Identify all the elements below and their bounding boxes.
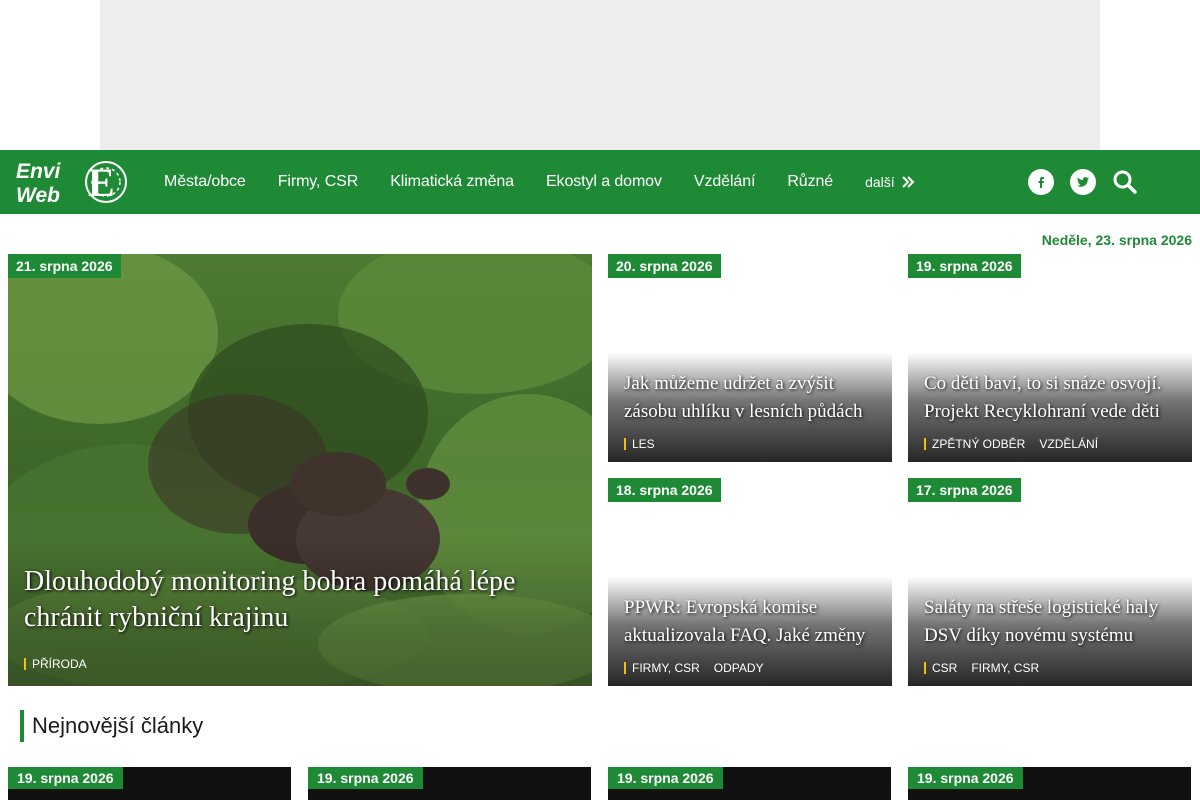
article-title[interactable]: PPWR: Evropská komise aktualizovala FAQ.… [624,594,876,650]
nav-item-klimaticka-zmena[interactable]: Klimatická změna [374,173,530,191]
article-date: 19. srpna 2026 [308,767,423,789]
article-title[interactable]: Co děti baví, to si snáze osvojí. Projek… [924,370,1176,426]
ad-banner [100,0,1100,150]
article-date: 19. srpna 2026 [8,767,123,789]
svg-text:Web: Web [16,184,60,207]
article-date: 20. srpna 2026 [608,254,721,278]
article-tag[interactable]: FIRMY, CSR [624,662,700,674]
nav-item-ekostyl-domov[interactable]: Ekostyl a domov [530,173,678,191]
svg-text:E: E [88,160,115,205]
article-date: 18. srpna 2026 [608,478,721,502]
article-tag[interactable]: ZPĚTNÝ ODBĚR [924,438,1025,450]
nav-more-label: další [865,174,895,190]
article-tag[interactable]: FIRMY, CSR [971,662,1039,674]
enviweb-logo[interactable]: Envi Web E [14,156,132,208]
latest-article-card[interactable]: 19. srpna 2026 [8,767,291,800]
current-date: Neděle, 23. srpna 2026 [1041,232,1192,248]
featured-article-card[interactable]: 21. srpna 2026 Dlouhodobý monitoring bob… [8,254,592,686]
article-date: 21. srpna 2026 [8,254,121,278]
nav-more-button[interactable]: další [849,174,931,190]
twitter-icon[interactable] [1070,169,1096,195]
section-heading-latest: Nejnovější články [20,710,203,742]
nav-item-mesta-obce[interactable]: Města/obce [148,173,262,191]
latest-article-card[interactable]: 19. srpna 2026 [608,767,891,800]
article-title[interactable]: Saláty na střeše logistické haly DSV dík… [924,594,1176,650]
article-title[interactable]: Jak můžeme udržet a zvýšit zásobu uhlíku… [624,370,876,426]
article-tags: CSR FIRMY, CSR [924,662,1039,674]
double-chevron-right-icon [901,176,915,188]
article-tags: PŘÍRODA [24,658,87,670]
svg-text:Envi: Envi [16,160,62,183]
facebook-icon[interactable] [1028,169,1054,195]
search-icon[interactable] [1112,169,1138,195]
article-date: 19. srpna 2026 [908,254,1021,278]
nav-icons [1028,150,1138,214]
article-date: 19. srpna 2026 [608,767,723,789]
nav-menu: Města/obce Firmy, CSR Klimatická změna E… [148,150,931,214]
latest-article-card[interactable]: 19. srpna 2026 [908,767,1191,800]
main-navbar: Envi Web E Města/obce Firmy, CSR Klimati… [0,150,1200,214]
article-card[interactable]: 17. srpna 2026 Saláty na střeše logistic… [908,478,1192,686]
article-tags: ZPĚTNÝ ODBĚR VZDĚLÁNÍ [924,438,1098,450]
article-card[interactable]: 18. srpna 2026 PPWR: Evropská komise akt… [608,478,892,686]
article-title[interactable]: Dlouhodobý monitoring bobra pomáhá lépe … [24,564,576,636]
article-date: 17. srpna 2026 [908,478,1021,502]
article-tag[interactable]: ODPADY [714,662,764,674]
nav-item-firmy-csr[interactable]: Firmy, CSR [262,173,374,191]
article-tag[interactable]: VZDĚLÁNÍ [1039,438,1098,450]
article-card[interactable]: 20. srpna 2026 Jak můžeme udržet a zvýši… [608,254,892,462]
article-card[interactable]: 19. srpna 2026 Co děti baví, to si snáze… [908,254,1192,462]
article-tag[interactable]: LES [624,438,655,450]
article-date: 19. srpna 2026 [908,767,1023,789]
nav-item-ruzne[interactable]: Různé [771,173,849,191]
article-tag[interactable]: CSR [924,662,957,674]
article-tag[interactable]: PŘÍRODA [24,658,87,670]
latest-article-card[interactable]: 19. srpna 2026 [308,767,591,800]
nav-item-vzdelani[interactable]: Vzdělání [678,173,771,191]
article-tags: FIRMY, CSR ODPADY [624,662,764,674]
article-tags: LES [624,438,655,450]
